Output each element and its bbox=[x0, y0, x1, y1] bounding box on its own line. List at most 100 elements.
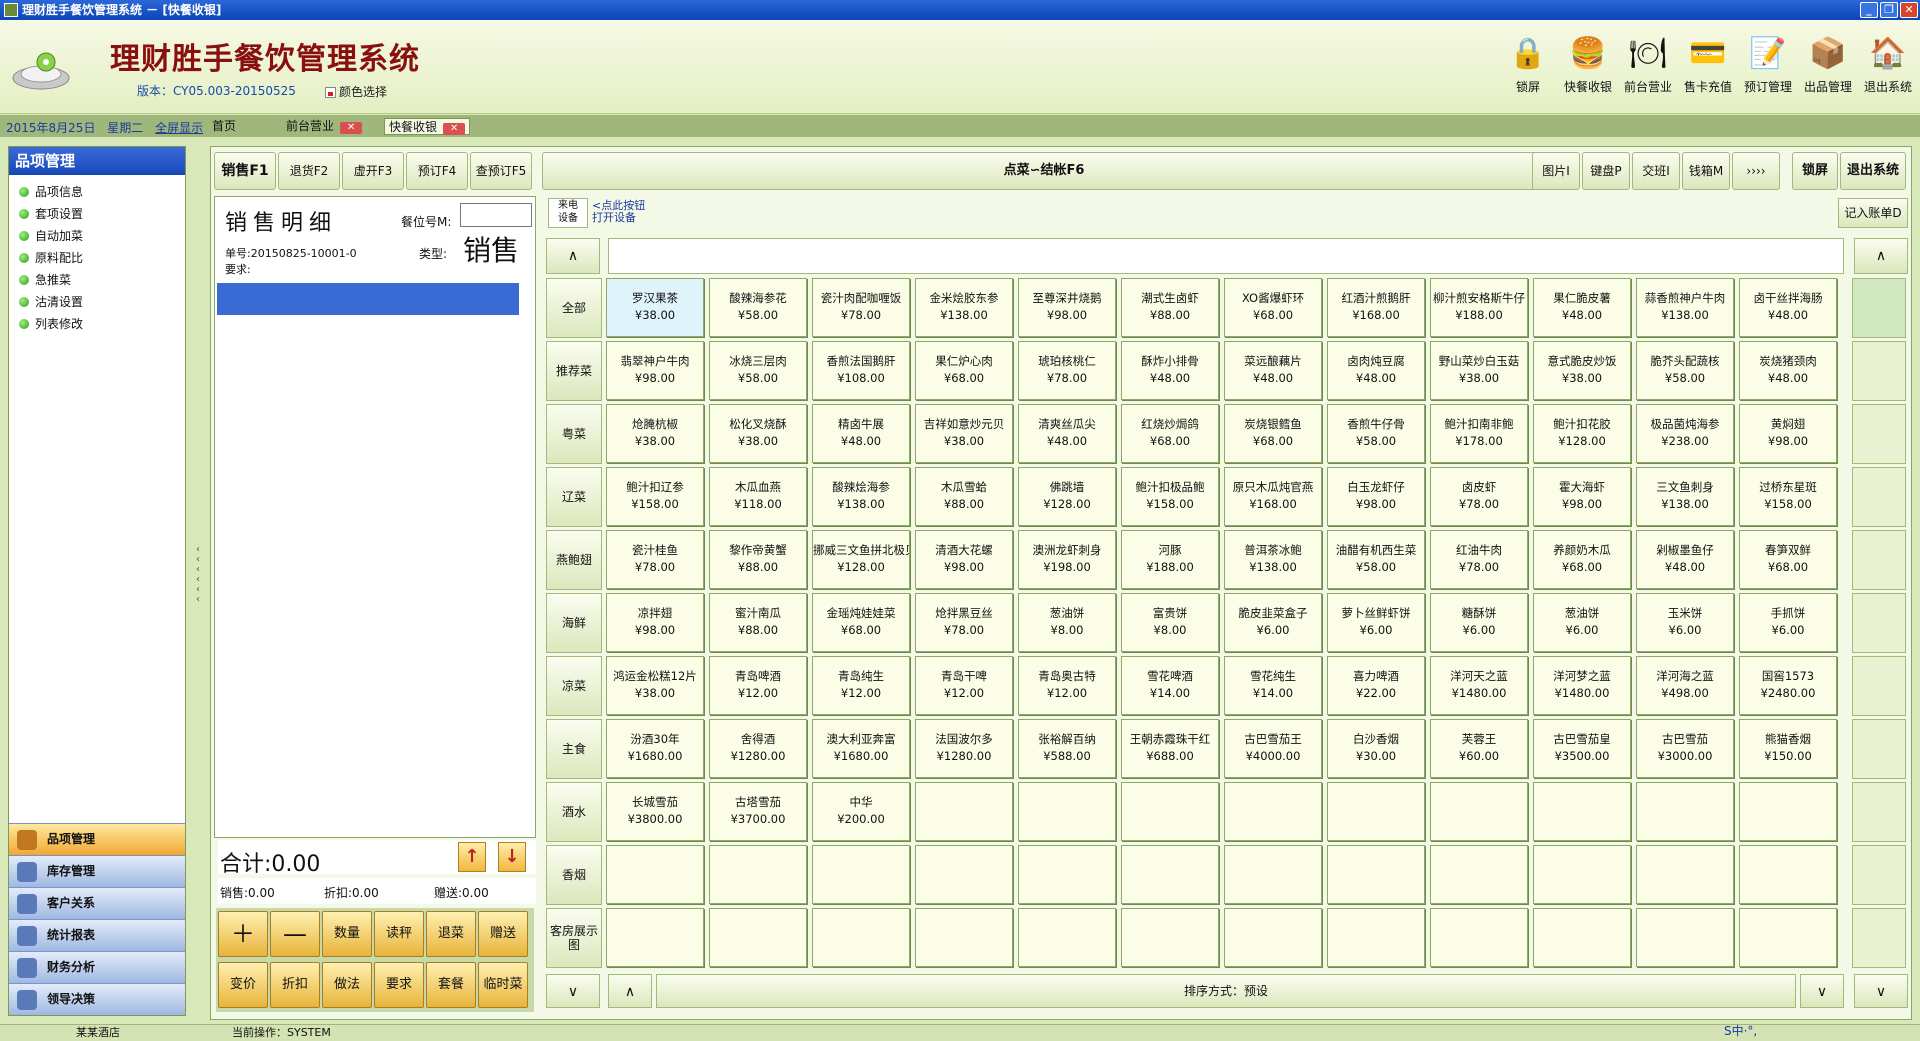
quantity-button[interactable]: 数量 bbox=[322, 911, 372, 957]
strip-scroll-up-button[interactable]: ∧ bbox=[1854, 238, 1908, 274]
empty-dish-slot[interactable] bbox=[1018, 782, 1116, 841]
category-button[interactable]: 全部 bbox=[546, 278, 602, 338]
dish-button[interactable]: 三文鱼刺身 ¥138.00 bbox=[1636, 467, 1734, 526]
arrow-down-button[interactable]: ↓ bbox=[498, 842, 526, 872]
dish-button[interactable]: 青岛奥古特 ¥12.00 bbox=[1018, 656, 1116, 715]
virtual-open-button[interactable]: 虚开F3 bbox=[342, 152, 404, 190]
dish-button[interactable]: 凉拌翅 ¥98.00 bbox=[606, 593, 704, 652]
dish-button[interactable]: 酸辣海参花 ¥58.00 bbox=[709, 278, 807, 337]
empty-dish-slot[interactable] bbox=[1739, 845, 1837, 904]
strip-cell[interactable] bbox=[1852, 404, 1906, 464]
dish-button[interactable]: 红酒汁煎鹅肝 ¥168.00 bbox=[1327, 278, 1425, 337]
tab-home[interactable]: 首页 bbox=[208, 118, 240, 135]
set-meal-button[interactable]: 套餐 bbox=[426, 962, 476, 1008]
dish-button[interactable]: 洋河海之蓝 ¥498.00 bbox=[1636, 656, 1734, 715]
dish-button[interactable]: 菜远酿藕片 ¥48.00 bbox=[1224, 341, 1322, 400]
dish-button[interactable]: 炝拌黑豆丝 ¥78.00 bbox=[915, 593, 1013, 652]
sale-button[interactable]: 销售F1 bbox=[214, 152, 276, 190]
sidebar-item[interactable]: 品项信息 bbox=[19, 181, 185, 203]
dish-button[interactable]: 清酒大花螺 ¥98.00 bbox=[915, 530, 1013, 589]
empty-dish-slot[interactable] bbox=[1430, 908, 1528, 967]
dish-button[interactable]: 红油牛肉 ¥78.00 bbox=[1430, 530, 1528, 589]
dish-button[interactable]: 木瓜雪蛤 ¥88.00 bbox=[915, 467, 1013, 526]
minus-button[interactable]: — bbox=[270, 911, 320, 957]
dish-button[interactable]: 鲍汁扣花胶 ¥128.00 bbox=[1533, 404, 1631, 463]
plus-button[interactable]: ＋ bbox=[218, 911, 268, 957]
read-scale-button[interactable]: 读秤 bbox=[374, 911, 424, 957]
dish-button[interactable]: 意式脆皮炒饭 ¥38.00 bbox=[1533, 341, 1631, 400]
empty-dish-slot[interactable] bbox=[709, 908, 807, 967]
empty-dish-slot[interactable] bbox=[1224, 782, 1322, 841]
dish-button[interactable]: 香煎牛仔骨 ¥58.00 bbox=[1327, 404, 1425, 463]
method-button[interactable]: 做法 bbox=[322, 962, 372, 1008]
sort-mode[interactable]: 排序方式：预设 bbox=[656, 974, 1796, 1008]
dish-button[interactable]: 蒜香煎神户牛肉 ¥138.00 bbox=[1636, 278, 1734, 337]
empty-dish-slot[interactable] bbox=[1636, 845, 1734, 904]
empty-dish-slot[interactable] bbox=[709, 845, 807, 904]
dish-button[interactable]: 琥珀核桃仁 ¥78.00 bbox=[1018, 341, 1116, 400]
arrow-up-button[interactable]: ↑ bbox=[458, 842, 486, 872]
strip-cell[interactable] bbox=[1852, 782, 1906, 842]
category-button[interactable]: 燕鲍翅 bbox=[546, 530, 602, 590]
dish-button[interactable]: 吉祥如意炒元贝 ¥38.00 bbox=[915, 404, 1013, 463]
empty-dish-slot[interactable] bbox=[1533, 782, 1631, 841]
strip-cell[interactable] bbox=[1852, 530, 1906, 590]
dish-button[interactable]: 白玉龙虾仔 ¥98.00 bbox=[1327, 467, 1425, 526]
strip-cell[interactable] bbox=[1852, 467, 1906, 527]
minimize-button[interactable]: _ bbox=[1860, 2, 1878, 18]
dish-button[interactable]: 鸿运金松糕12片 ¥38.00 bbox=[606, 656, 704, 715]
dish-button[interactable]: 澳洲龙虾刺身 ¥198.00 bbox=[1018, 530, 1116, 589]
dish-button[interactable]: 白沙香烟 ¥30.00 bbox=[1327, 719, 1425, 778]
return-dish-button[interactable]: 退菜 bbox=[426, 911, 476, 957]
dish-button[interactable]: 果仁脆皮薯 ¥48.00 bbox=[1533, 278, 1631, 337]
dish-button[interactable]: 翡翠神户牛肉 ¥98.00 bbox=[606, 341, 704, 400]
module-item-management[interactable]: 品项管理 bbox=[9, 823, 185, 855]
change-price-button[interactable]: 变价 bbox=[218, 962, 268, 1008]
grid-page-down-button[interactable]: ∨ bbox=[1800, 974, 1844, 1008]
empty-dish-slot[interactable] bbox=[1636, 782, 1734, 841]
empty-dish-slot[interactable] bbox=[1327, 845, 1425, 904]
tool-booking[interactable]: 📝 预订管理 bbox=[1742, 32, 1794, 95]
empty-dish-slot[interactable] bbox=[1121, 908, 1219, 967]
search-input[interactable] bbox=[608, 238, 1844, 274]
category-button[interactable]: 主食 bbox=[546, 719, 602, 779]
sidebar-item[interactable]: 急推菜 bbox=[19, 269, 185, 291]
dish-button[interactable]: 精卤牛展 ¥48.00 bbox=[812, 404, 910, 463]
dish-button[interactable]: 蜜汁南瓜 ¥88.00 bbox=[709, 593, 807, 652]
strip-cell[interactable] bbox=[1852, 341, 1906, 401]
dish-button[interactable]: 古巴雪茄 ¥3000.00 bbox=[1636, 719, 1734, 778]
dish-button[interactable]: 脆皮韭菜盒子 ¥6.00 bbox=[1224, 593, 1322, 652]
dish-button[interactable]: 雪花啤酒 ¥14.00 bbox=[1121, 656, 1219, 715]
module-decision[interactable]: 领导决策 bbox=[9, 983, 185, 1015]
dish-button[interactable]: 极品菌炖海参 ¥238.00 bbox=[1636, 404, 1734, 463]
dish-button[interactable]: 中华 ¥200.00 bbox=[812, 782, 910, 841]
dish-button[interactable]: 油醋有机西生菜 ¥58.00 bbox=[1327, 530, 1425, 589]
close-tab-icon[interactable]: ✕ bbox=[443, 123, 466, 135]
dish-button[interactable]: 富贵饼 ¥8.00 bbox=[1121, 593, 1219, 652]
strip-cell[interactable] bbox=[1852, 278, 1906, 338]
selected-row[interactable] bbox=[217, 283, 519, 315]
dish-button[interactable]: 挪威三文鱼拼北极贝 ¥128.00 bbox=[812, 530, 910, 589]
dish-button[interactable]: 过桥东星斑 ¥158.00 bbox=[1739, 467, 1837, 526]
category-button[interactable]: 凉菜 bbox=[546, 656, 602, 716]
empty-dish-slot[interactable] bbox=[812, 845, 910, 904]
dish-button[interactable]: 雪花纯生 ¥14.00 bbox=[1224, 656, 1322, 715]
exit-system-button[interactable]: 退出系统 bbox=[1840, 152, 1906, 190]
dish-button[interactable]: 萝卜丝鲜虾饼 ¥6.00 bbox=[1327, 593, 1425, 652]
dish-button[interactable]: 酥炸小排骨 ¥48.00 bbox=[1121, 341, 1219, 400]
dish-button[interactable]: 糖酥饼 ¥6.00 bbox=[1430, 593, 1528, 652]
empty-dish-slot[interactable] bbox=[1739, 908, 1837, 967]
dish-button[interactable]: 酸辣烩海参 ¥138.00 bbox=[812, 467, 910, 526]
dish-button[interactable]: 原只木瓜炖官燕 ¥168.00 bbox=[1224, 467, 1322, 526]
dish-button[interactable]: 王朝赤霞珠干红 ¥688.00 bbox=[1121, 719, 1219, 778]
record-bill-button[interactable]: 记入账单D bbox=[1838, 198, 1908, 228]
strip-cell[interactable] bbox=[1852, 593, 1906, 653]
dish-button[interactable]: 瓷汁肉配咖喱饭 ¥78.00 bbox=[812, 278, 910, 337]
dish-button[interactable]: 手抓饼 ¥6.00 bbox=[1739, 593, 1837, 652]
empty-dish-slot[interactable] bbox=[1018, 908, 1116, 967]
empty-dish-slot[interactable] bbox=[1121, 845, 1219, 904]
return-button[interactable]: 退货F2 bbox=[278, 152, 340, 190]
dish-button[interactable]: 张裕解百纳 ¥588.00 bbox=[1018, 719, 1116, 778]
module-crm[interactable]: 客户关系 bbox=[9, 887, 185, 919]
dish-button[interactable]: 鲍汁扣极品鲍 ¥158.00 bbox=[1121, 467, 1219, 526]
